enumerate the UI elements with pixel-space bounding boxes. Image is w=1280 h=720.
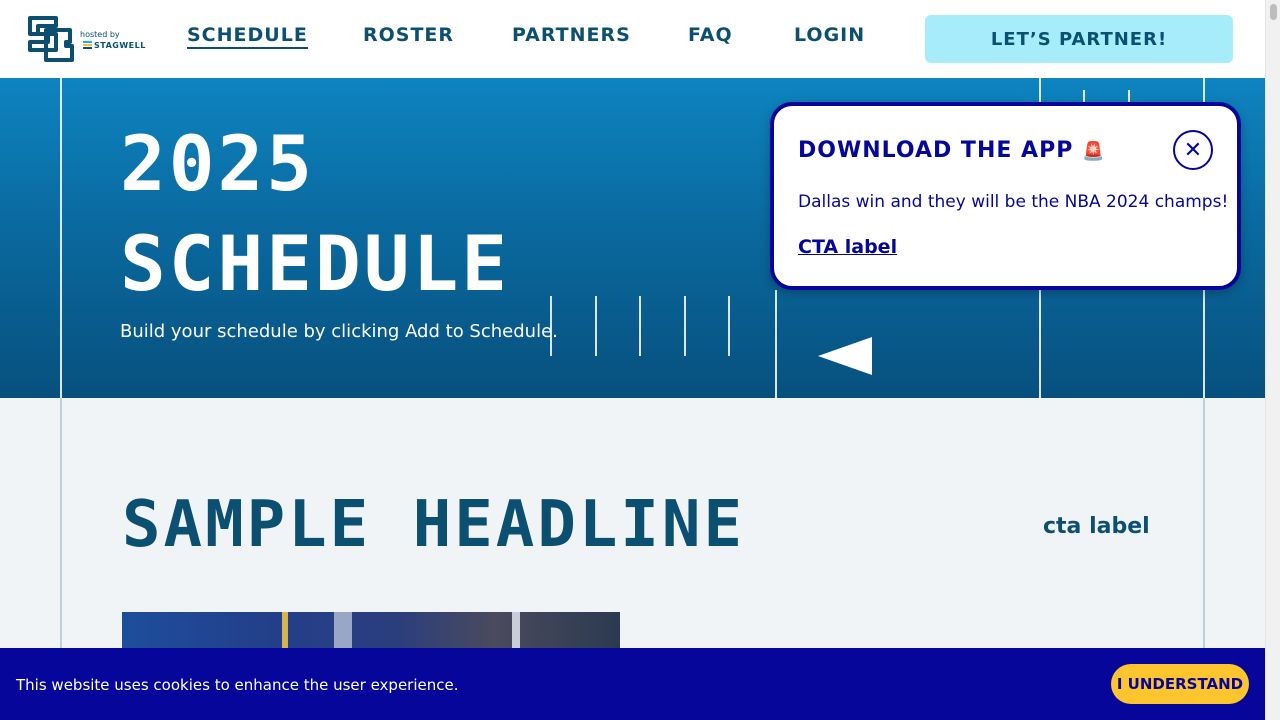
nav-faq[interactable]: FAQ xyxy=(688,24,733,46)
cookie-banner: This website uses cookies to enhance the… xyxy=(0,648,1265,720)
logo-hosted-by: hosted by xyxy=(80,30,120,39)
hero-divider-line xyxy=(775,290,777,398)
image-detail xyxy=(512,612,520,652)
cookie-message: This website uses cookies to enhance the… xyxy=(16,676,459,694)
image-detail xyxy=(282,612,288,652)
popup-message: Dallas win and they will be the NBA 2024… xyxy=(798,192,1229,212)
site-header: hosted by STAGWELL SCHEDULE ROSTER PARTN… xyxy=(0,0,1265,78)
cookie-accept-button[interactable]: I UNDERSTAND xyxy=(1111,664,1249,704)
stagwell-icon xyxy=(83,41,92,49)
sb-logo-icon xyxy=(28,16,74,62)
hero-tick-line xyxy=(639,296,641,356)
siren-icon: 🚨 xyxy=(1082,141,1106,162)
page-scrollbar[interactable] xyxy=(1265,0,1280,720)
arrow-left-icon xyxy=(818,337,872,375)
lets-partner-button[interactable]: LET’S PARTNER! xyxy=(925,15,1233,63)
page-subtitle: Build your schedule by clicking Add to S… xyxy=(120,321,558,342)
logo-stagwell: STAGWELL xyxy=(94,41,146,50)
page-title-line-1: 2025 xyxy=(120,119,316,208)
nav-login[interactable]: LOGIN xyxy=(794,24,865,46)
popup-title: DOWNLOAD THE APP 🚨 xyxy=(798,138,1105,163)
download-app-popup: DOWNLOAD THE APP 🚨 ✕ Dallas win and they… xyxy=(770,102,1241,290)
hero-tick-line xyxy=(595,296,597,356)
hero-divider-line xyxy=(60,78,62,398)
hero-tick-line xyxy=(728,296,730,356)
popup-cta-link[interactable]: CTA label xyxy=(798,236,897,258)
section-headline: SAMPLE HEADLINE xyxy=(122,488,745,562)
nav-partners[interactable]: PARTNERS xyxy=(512,24,631,46)
page-title-line-2: SCHEDULE xyxy=(120,219,511,308)
popup-title-text: DOWNLOAD THE APP xyxy=(798,138,1074,163)
image-detail xyxy=(334,612,352,652)
scrollbar-thumb[interactable] xyxy=(1270,4,1277,20)
headline-cta-link[interactable]: cta label xyxy=(1043,514,1150,539)
hero-tick-line xyxy=(684,296,686,356)
nav-schedule[interactable]: SCHEDULE xyxy=(187,24,308,49)
page-title: 2025 SCHEDULE xyxy=(120,114,510,314)
featured-image xyxy=(122,612,620,652)
close-icon[interactable]: ✕ xyxy=(1173,130,1213,170)
site-logo[interactable]: hosted by STAGWELL xyxy=(26,14,156,66)
content-divider-line xyxy=(1203,398,1205,648)
content-divider-line xyxy=(60,398,62,648)
nav-roster[interactable]: ROSTER xyxy=(363,24,454,46)
